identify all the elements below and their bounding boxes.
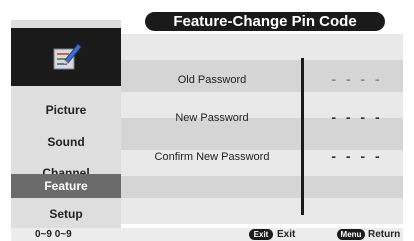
field-divider bbox=[301, 58, 304, 215]
confirm-password-field[interactable]: - - - - bbox=[311, 148, 403, 164]
page-title: Feature-Change Pin Code bbox=[145, 12, 385, 31]
old-password-field[interactable]: - - - - bbox=[311, 71, 403, 87]
sidebar-item-setup[interactable]: Setup bbox=[11, 202, 121, 226]
exit-key-icon[interactable]: Exit bbox=[249, 229, 273, 240]
new-password-label: New Password bbox=[175, 112, 249, 124]
footer-bar: 0~9 0~9 Exit Exit Menu Return bbox=[11, 228, 403, 241]
panel-band bbox=[121, 198, 403, 224]
confirm-password-label: Confirm New Password bbox=[154, 151, 270, 163]
feature-logo bbox=[11, 28, 121, 86]
digits-hint: 0~9 0~9 bbox=[35, 229, 72, 240]
old-password-label: Old Password bbox=[177, 74, 247, 86]
sidebar-item-feature[interactable]: Feature bbox=[11, 174, 121, 198]
pencil-checklist-icon bbox=[53, 43, 82, 70]
panel-band bbox=[121, 34, 403, 60]
sidebar-item-picture[interactable]: Picture bbox=[11, 98, 121, 122]
exit-label: Exit bbox=[277, 229, 296, 240]
menu-key-icon[interactable]: Menu bbox=[337, 229, 365, 240]
return-label: Return bbox=[368, 229, 401, 240]
new-password-field[interactable]: - - - - bbox=[311, 109, 403, 125]
pin-code-panel: Old Password New Password Confirm New Pa… bbox=[121, 34, 403, 224]
sidebar-item-sound[interactable]: Sound bbox=[11, 130, 121, 154]
sidebar: Picture Sound Channel Feature Setup bbox=[11, 20, 121, 228]
